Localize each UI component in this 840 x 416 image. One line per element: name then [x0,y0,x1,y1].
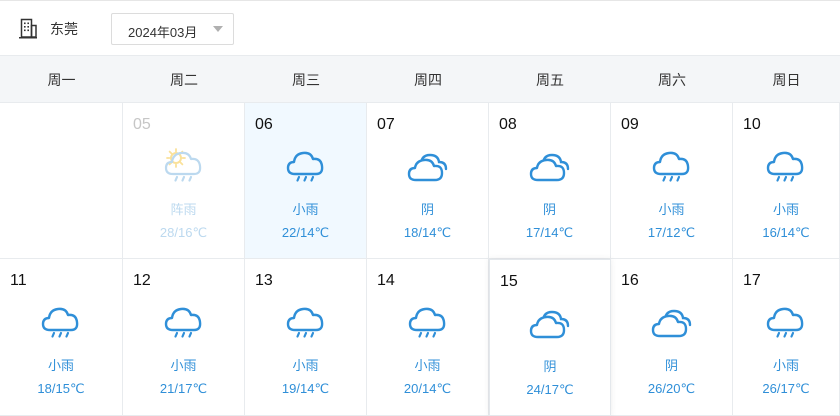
cloud-rain-icon [40,303,82,339]
day-cell-08[interactable]: 08 阴 17/14℃ [489,103,611,259]
temperature-range: 18/14℃ [403,225,452,240]
temperature-range: 26/17℃ [762,381,810,396]
overcast-icon [651,303,693,339]
day-number: 05 [133,116,151,133]
cloud-rain-icon [765,303,807,339]
weather-desc: 阵雨 [170,202,197,217]
temperature-range: 18/15℃ [37,381,85,396]
temperature-range: 28/16℃ [159,225,208,240]
day-cell-13[interactable]: 13 小雨 19/14℃ [245,259,367,416]
temperature-range: 22/14℃ [281,225,330,240]
day-number: 08 [499,116,517,133]
temperature-range: 26/20℃ [647,381,696,396]
weather-desc: 阴 [420,202,434,217]
day-cell-09[interactable]: 09 小雨 17/12℃ [611,103,733,259]
weekday-5: 周五 [536,72,564,88]
day-number: 16 [621,272,639,289]
weather-desc: 阴 [664,358,678,373]
temperature-range: 16/14℃ [762,225,810,240]
temperature-range: 21/17℃ [159,381,208,396]
day-number: 17 [743,272,761,289]
day-cell-17[interactable]: 17 小雨 26/17℃ [733,259,840,416]
day-cell-06[interactable]: 06 小雨 22/14℃ [245,103,367,259]
day-cell-15[interactable]: 15 阴 24/17℃ [489,259,611,416]
weather-desc: 小雨 [414,358,441,373]
weather-desc: 小雨 [658,202,685,217]
temperature-range: 19/14℃ [281,381,330,396]
day-cell-12[interactable]: 12 小雨 21/17℃ [123,259,245,416]
weekday-7: 周日 [772,72,801,88]
temperature-range: 17/12℃ [647,225,696,240]
overcast-icon [407,147,449,183]
temperature-range: 24/17℃ [526,382,574,397]
weekday-1: 周一 [47,72,76,88]
weather-desc: 小雨 [47,358,74,373]
month-select[interactable]: 2024年03月 [111,13,234,45]
cloud-rain-icon [651,147,693,183]
day-cell-05[interactable]: 05 阵雨 28/16℃ [123,103,245,259]
day-cell-10[interactable]: 10 小雨 16/14℃ [733,103,840,259]
month-select-value: 2024年03月 [128,25,198,40]
weekday-header: 周一 周二 周三 周四 周五 周六 周日 [0,55,840,103]
day-number: 07 [377,116,395,133]
day-cell-11[interactable]: 11 小雨 18/15℃ [0,259,123,416]
cloud-rain-icon [163,303,205,339]
cloud-rain-icon [407,303,449,339]
day-number: 15 [500,273,518,290]
cloud-rain-icon [285,303,327,339]
weather-desc: 阴 [543,359,557,374]
weekday-2: 周二 [170,72,198,88]
calendar-grid: 05 阵雨 28/16℃ 06 小雨 22/14℃ 07 阴 18/14℃ 08 阴 17/14℃ 09… [0,103,840,416]
day-number: 10 [743,116,761,133]
caret-down-icon [213,26,223,32]
weather-desc: 小雨 [292,358,319,373]
cloud-rain-icon [285,147,327,183]
building-icon [19,18,37,39]
weekday-4: 周四 [414,72,442,88]
weather-desc: 阴 [542,202,556,217]
weather-desc: 小雨 [292,202,319,217]
day-number: 12 [133,272,151,289]
weather-desc: 小雨 [772,202,799,217]
weekday-3: 周三 [292,72,320,88]
day-number: 06 [255,116,273,133]
empty-day-cell [0,103,123,259]
day-number: 13 [255,272,273,289]
day-cell-07[interactable]: 07 阴 18/14℃ [367,103,489,259]
calendar-header: 东莞 2024年03月 [0,0,840,55]
day-number: 14 [377,272,395,289]
weekday-6: 周六 [658,72,686,88]
day-number: 11 [10,272,27,289]
city-name: 东莞 [50,21,78,37]
day-cell-14[interactable]: 14 小雨 20/14℃ [367,259,489,416]
weather-desc: 小雨 [170,358,197,373]
temperature-range: 20/14℃ [403,381,452,396]
day-cell-16[interactable]: 16 阴 26/20℃ [611,259,733,416]
cloud-rain-icon [765,147,807,183]
overcast-icon [529,147,571,183]
day-number: 09 [621,116,639,133]
overcast-icon [529,304,571,340]
sun-cloud-rain-icon [163,147,205,183]
temperature-range: 17/14℃ [525,225,574,240]
weather-desc: 小雨 [772,358,799,373]
